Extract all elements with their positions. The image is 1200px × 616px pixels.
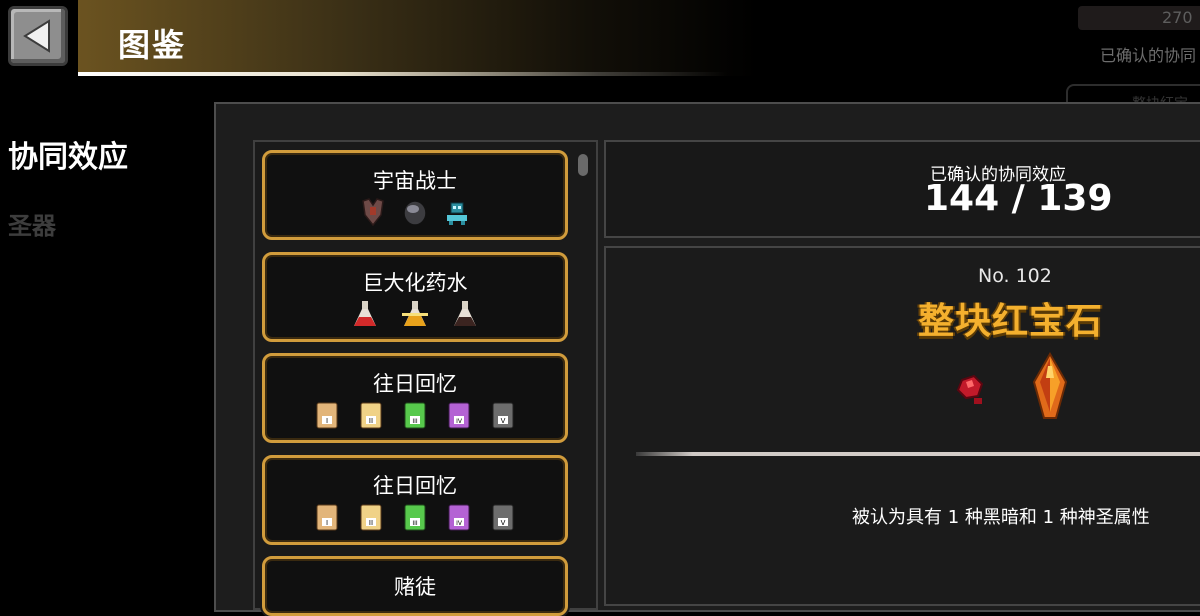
svg-text:V: V <box>501 519 506 527</box>
ruby-fragment-icon <box>956 374 984 404</box>
svg-text:III: III <box>412 520 418 527</box>
back-button[interactable] <box>8 6 68 66</box>
yellow-potion-icon <box>402 301 428 326</box>
header-underline <box>78 72 728 76</box>
card-iv-icon: IV <box>448 402 470 429</box>
synergy-description: 被认为具有 1 种黑暗和 1 种神圣属性 <box>852 507 1150 528</box>
svg-text:IV: IV <box>456 418 463 425</box>
card-i-icon: I <box>316 402 338 429</box>
card-iii-icon: III <box>404 504 426 531</box>
card-i-icon: I <box>316 504 338 531</box>
red-potion-icon <box>354 301 376 326</box>
page-title: 图鉴 <box>118 26 187 64</box>
detail-divider <box>636 452 1200 456</box>
svg-text:V: V <box>501 417 506 425</box>
currency-count: 270 <box>1162 8 1193 27</box>
synergy-card-title: 往日回忆 <box>373 474 457 498</box>
svg-text:III: III <box>412 418 418 425</box>
synergy-number: No. 102 <box>978 265 1052 287</box>
nav-item-synergy[interactable]: 协同效应 <box>8 132 128 176</box>
dark-potion-icon <box>454 301 476 326</box>
card-v-icon: V <box>492 504 514 531</box>
robot-icon <box>447 202 467 225</box>
ruby-crystal-icon <box>1032 352 1068 419</box>
nav-item-relic[interactable]: 圣器 <box>8 206 56 241</box>
synergy-card[interactable]: 巨大化药水 <box>262 252 568 342</box>
synergy-detail-panel <box>604 246 1200 606</box>
confirmed-synergy-count: 144 / 139 <box>924 178 1113 219</box>
synergy-card[interactable]: 宇宙战士 <box>262 150 568 240</box>
armor-icon <box>362 198 384 227</box>
svg-text:II: II <box>369 519 373 527</box>
helmet-icon <box>403 200 427 226</box>
card-iii-icon: III <box>404 402 426 429</box>
card-ii-icon: II <box>360 402 382 429</box>
synergy-card-title: 往日回忆 <box>373 372 457 396</box>
card-v-icon: V <box>492 402 514 429</box>
synergy-card-title: 宇宙战士 <box>373 169 457 193</box>
synergy-card-title: 巨大化药水 <box>362 271 468 295</box>
svg-text:I: I <box>326 519 328 527</box>
back-arrow-icon <box>23 19 50 53</box>
synergy-card[interactable]: 往日回忆 I II III IV V <box>262 353 568 443</box>
scrollbar-thumb[interactable] <box>578 154 588 176</box>
background-stat-label: 已确认的协同 <box>1100 46 1197 65</box>
svg-text:II: II <box>369 417 373 425</box>
synergy-name: 整块红宝石 <box>918 301 1104 342</box>
synergy-card-title: 赌徒 <box>394 575 436 599</box>
synergy-card[interactable]: 赌徒 <box>262 556 568 616</box>
card-iv-icon: IV <box>448 504 470 531</box>
svg-text:I: I <box>326 417 328 425</box>
card-ii-icon: II <box>360 504 382 531</box>
svg-text:IV: IV <box>456 520 463 527</box>
synergy-card[interactable]: 往日回忆 I II III IV V <box>262 455 568 545</box>
